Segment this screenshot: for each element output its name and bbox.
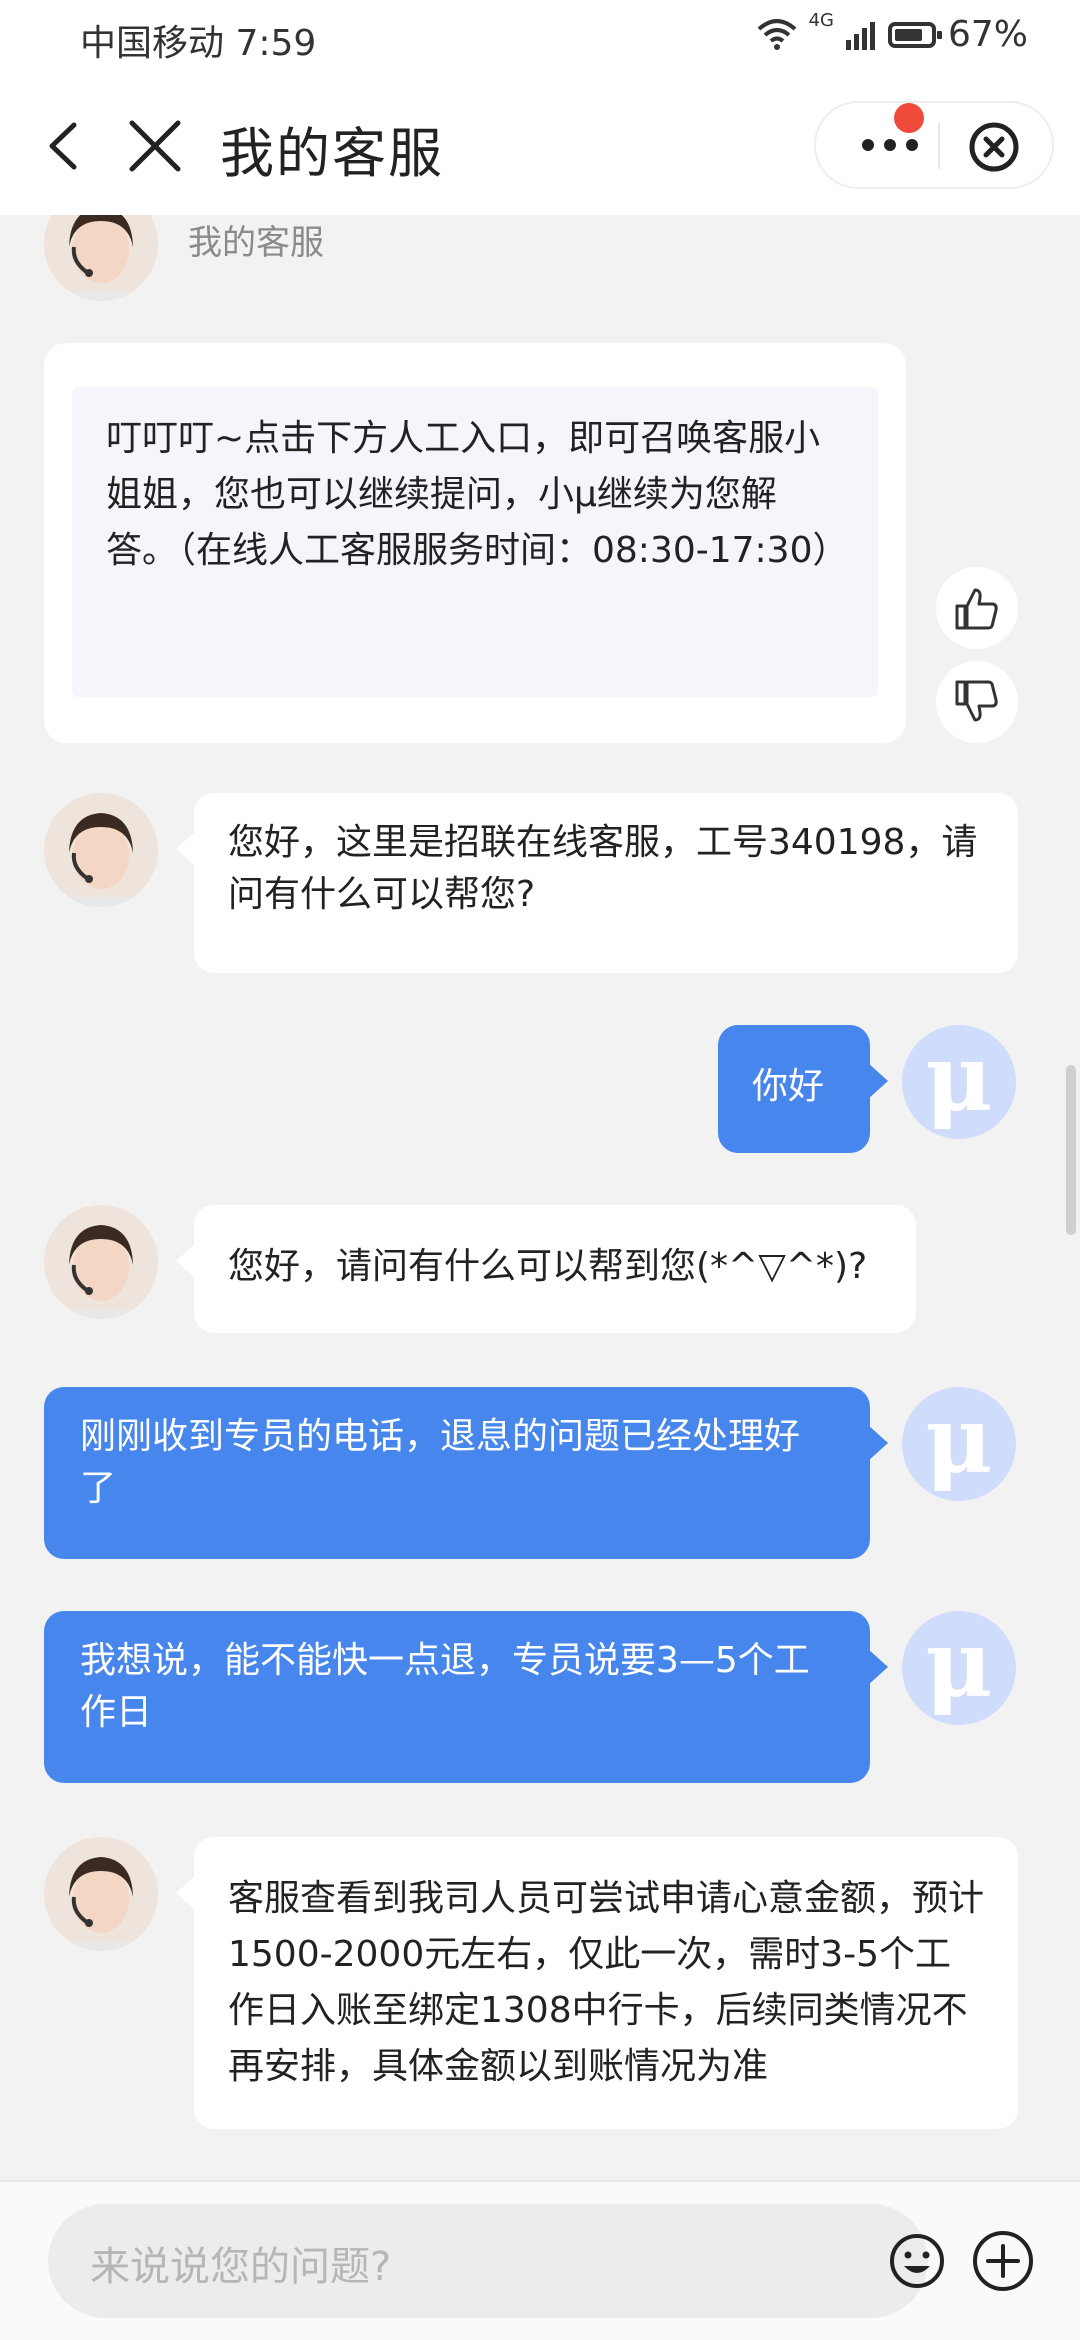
user-avatar: μ — [902, 1387, 1016, 1501]
network-label: 4G — [808, 10, 834, 31]
chat-list[interactable]: 我的客服 叮叮叮~点击下方人工入口，即可召唤客服小姐姐，您也可以继续提问，小μ继… — [0, 215, 1080, 2180]
more-dots-icon[interactable] — [852, 123, 932, 167]
status-bar: 中国移动 7:59 4G 67% — [0, 0, 1080, 75]
close-x-icon[interactable] — [120, 111, 190, 181]
back-arrow-icon[interactable] — [30, 111, 100, 181]
input-bar: 来说说您的问题? — [0, 2180, 1080, 2340]
thumbs-up-icon — [955, 588, 998, 630]
plus-circle-icon[interactable] — [970, 2228, 1036, 2294]
like-button[interactable] — [936, 567, 1018, 649]
message-bubble-user: 刚刚收到专员的电话，退息的问题已经处理好了 — [44, 1387, 888, 1559]
message-bubble-agent: 您好，这里是招联在线客服，工号340198，请问有什么可以帮您? — [176, 793, 1018, 973]
capsule-divider — [938, 123, 940, 169]
input-placeholder: 来说说您的问题? — [90, 2244, 392, 2290]
agent-avatar — [44, 215, 158, 301]
user-avatar: μ — [902, 1611, 1016, 1725]
agent-avatar — [44, 1205, 158, 1319]
nav-header: 我的客服 — [0, 75, 1080, 215]
mini-program-capsule — [814, 101, 1054, 189]
emoji-icon[interactable] — [888, 2232, 946, 2290]
battery-percent: 67% — [947, 14, 1028, 55]
dislike-button[interactable] — [936, 661, 1018, 743]
thumbs-down-icon — [955, 680, 998, 722]
notification-badge — [894, 103, 924, 133]
battery-icon — [887, 21, 942, 48]
circle-close-icon[interactable] — [968, 121, 1020, 173]
message-bubble-user: 你好 — [718, 1025, 888, 1153]
agent-avatar — [44, 1837, 158, 1951]
agent-avatar — [44, 793, 158, 907]
agent-name: 我的客服 — [188, 223, 324, 263]
wifi-icon — [757, 18, 796, 50]
page-title: 我的客服 — [220, 122, 444, 185]
carrier-time: 中国移动 7:59 — [80, 23, 317, 64]
system-message-text: 叮叮叮~点击下方人工入口，即可召唤客服小姐姐，您也可以继续提问，小μ继续为您解答… — [72, 387, 878, 697]
signal-icon — [845, 21, 875, 50]
system-message-card: 叮叮叮~点击下方人工入口，即可召唤客服小姐姐，您也可以继续提问，小μ继续为您解答… — [44, 343, 906, 743]
message-bubble-agent: 您好，请问有什么可以帮到您(*^▽^*)? — [176, 1205, 916, 1333]
scrollbar[interactable] — [1066, 1065, 1076, 1235]
message-bubble-user: 我想说，能不能快一点退，专员说要3—5个工作日 — [44, 1611, 888, 1783]
message-input[interactable]: 来说说您的问题? — [48, 2204, 944, 2318]
status-icons: 4G 67% — [757, 10, 1028, 55]
user-avatar: μ — [902, 1025, 1016, 1139]
message-bubble-agent: 客服查看到我司人员可尝试申请心意金额，预计1500-2000元左右，仅此一次，需… — [176, 1837, 1018, 2129]
